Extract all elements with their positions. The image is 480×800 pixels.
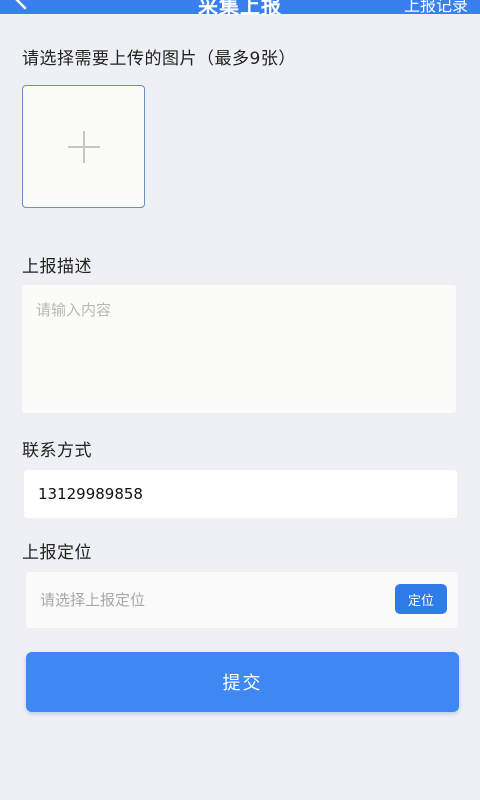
contact-phone-input[interactable] [24,470,457,518]
location-label: 上报定位 [22,543,92,563]
app-header: 采集上报 上报记录 [0,0,480,18]
location-input[interactable] [26,572,386,628]
plus-icon [67,130,100,163]
report-page: 采集上报 上报记录 请选择需要上传的图片（最多9张） 上报描述 联系方式 上报定… [0,0,480,800]
submit-button[interactable]: 提交 [26,652,459,712]
add-image-button[interactable] [22,85,145,208]
location-row: 定位 [26,572,458,628]
locate-button[interactable]: 定位 [395,584,447,614]
report-records-link[interactable]: 上报记录 [404,0,468,16]
contact-label: 联系方式 [22,441,92,461]
upload-label: 请选择需要上传的图片（最多9张） [22,49,296,69]
description-label: 上报描述 [22,257,92,277]
description-input[interactable] [22,285,456,413]
